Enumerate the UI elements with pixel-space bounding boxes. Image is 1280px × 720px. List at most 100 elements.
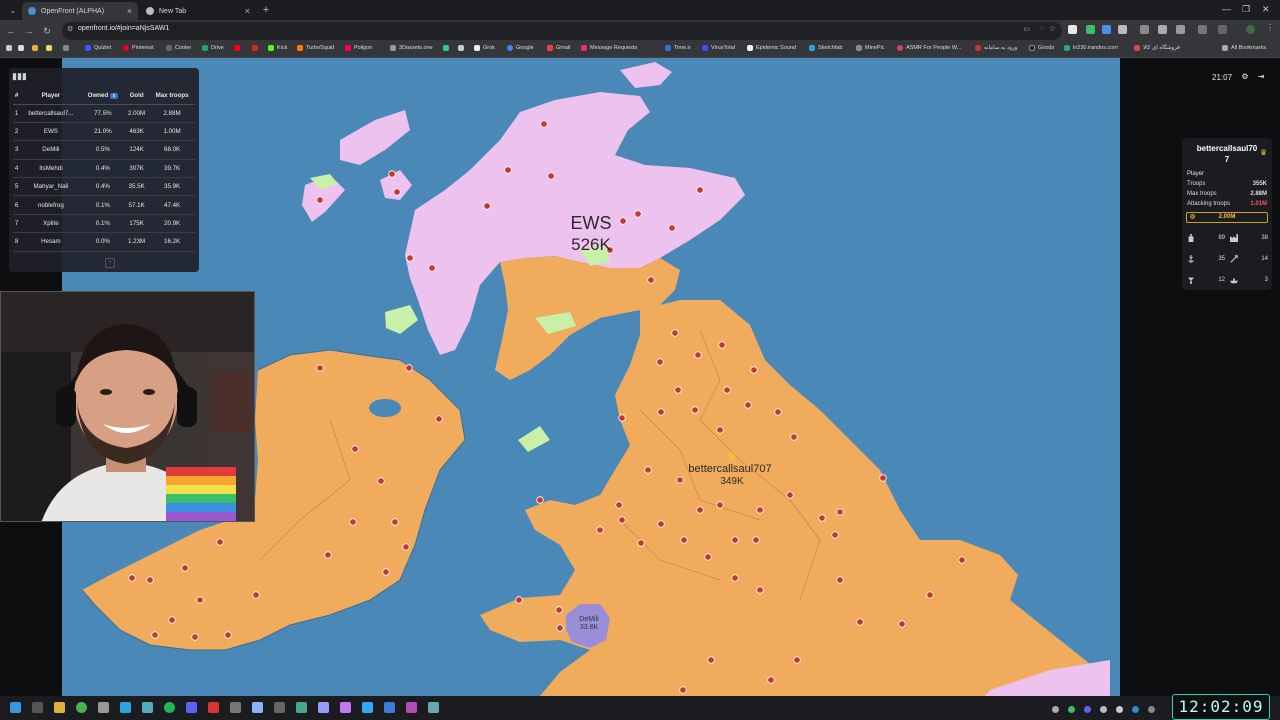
bookmark-gmail[interactable]: Gmail (547, 45, 570, 51)
leaderboard-row[interactable]: 2 EWS 21.0% 463K 1.00M (13, 122, 195, 142)
header-gold[interactable]: Gold (124, 88, 150, 105)
taskbar-app-icon[interactable] (296, 702, 307, 713)
bookmark-youtube[interactable] (234, 45, 243, 51)
bookmark-pinterest[interactable]: Pinterest (123, 45, 154, 51)
extension-icon[interactable] (1068, 25, 1077, 34)
bookmark-icon-only[interactable] (32, 45, 41, 51)
sidebar-icon[interactable] (1218, 25, 1227, 34)
search-icon[interactable] (32, 702, 43, 713)
extension-icon[interactable] (1118, 25, 1127, 34)
tray-icon[interactable] (1084, 706, 1091, 713)
leaderboard-row[interactable]: 8 Hesam 0.0% 1.23M 16.2K (13, 232, 195, 252)
all-bookmarks[interactable]: All Bookmarks (1222, 45, 1266, 51)
bookmark-red[interactable] (252, 45, 261, 51)
spotify-icon[interactable] (164, 702, 175, 713)
header-player[interactable]: Player (20, 88, 82, 105)
puzzle-icon[interactable] (1176, 25, 1185, 34)
taskbar-app-icon[interactable] (428, 702, 439, 713)
bookmark-quizlet[interactable]: Quizlet (85, 45, 111, 51)
bookmark-time-ir[interactable]: Time.ir (665, 45, 691, 51)
extension-icon[interactable] (1158, 25, 1167, 34)
forward-icon[interactable]: → (22, 24, 36, 38)
telegram-icon[interactable] (120, 702, 131, 713)
back-icon[interactable]: ← (4, 24, 18, 38)
discord-icon[interactable] (186, 702, 197, 713)
taskbar-app-icon[interactable] (208, 702, 219, 713)
settings-gear-icon[interactable]: ⚙ (1240, 72, 1250, 82)
leaderboard-row[interactable]: 3 DeMili 0.5% 124K 68.0K (13, 140, 195, 160)
windows-start-icon[interactable] (10, 702, 21, 713)
download-icon[interactable] (1198, 25, 1207, 34)
bookmark-icon-only[interactable] (46, 45, 55, 51)
taskbar-app-icon[interactable] (406, 702, 417, 713)
file-explorer-icon[interactable] (54, 702, 65, 713)
bookmark-persian-2[interactable]: فروشگاه ای کالا (1134, 45, 1180, 51)
taskbar-app-icon[interactable] (230, 702, 241, 713)
bookmark-irandns[interactable]: ln230.irandns.com (1064, 45, 1118, 51)
taskbar-app-icon[interactable] (142, 702, 153, 713)
menu-dots-icon[interactable]: ⋮ (1266, 23, 1275, 32)
close-icon[interactable]: × (127, 6, 132, 16)
bookmark-kick[interactable]: Kick (268, 45, 287, 51)
photoshop-icon[interactable] (362, 702, 373, 713)
extension-icon[interactable] (1102, 25, 1111, 34)
new-tab-button[interactable]: + (259, 3, 273, 17)
tray-icon[interactable] (1100, 706, 1107, 713)
taskbar-app-icon[interactable] (252, 702, 263, 713)
premiere-icon[interactable] (340, 702, 351, 713)
bookmark-icon-only[interactable] (6, 45, 15, 51)
tray-icon[interactable] (1052, 706, 1059, 713)
exit-icon[interactable]: ⇥ (1256, 72, 1266, 82)
leaderboard-toggle-icon[interactable]: ▮▮▮ (12, 71, 27, 82)
maximize-icon[interactable]: ❐ (1242, 4, 1250, 15)
site-info-icon[interactable]: ⚙ (67, 25, 73, 33)
after-effects-icon[interactable] (318, 702, 329, 713)
taskbar-app-icon[interactable] (384, 702, 395, 713)
bookmark-icon-only[interactable] (18, 45, 27, 51)
tray-icon[interactable] (1132, 706, 1139, 713)
reload-icon[interactable]: ↻ (40, 24, 54, 38)
address-bar[interactable]: ⚙ openfront.io/#join=aNjsSAW1 ▭ ◌ ☆ (62, 22, 1062, 40)
header-max-troops[interactable]: Max troops (149, 88, 195, 105)
tab-new-tab[interactable]: New Tab × (140, 2, 256, 20)
taskbar-app-icon[interactable] (98, 702, 109, 713)
header-owned[interactable]: Owned ⇩ (81, 88, 125, 105)
leaderboard-row[interactable]: 1 bettercallsaul7... 77.5% 2.00M 2.88M (13, 104, 195, 123)
profile-avatar[interactable] (1246, 25, 1255, 34)
leaderboard-collapse-button[interactable]: - (105, 258, 115, 268)
bookmark-icon-only[interactable] (443, 45, 452, 51)
tray-icon[interactable] (1068, 706, 1075, 713)
bookmark-grok[interactable]: Grok (474, 45, 495, 51)
bookmark-icon-only[interactable] (458, 45, 467, 51)
bookmark-asmr[interactable]: ASMR For People W... (897, 45, 961, 51)
bookmark-persian-1[interactable]: ورود به سامانه (975, 45, 1017, 51)
leaderboard-row[interactable]: 5 Mahyar_Nali 0.4% 35.5K 35.9K (13, 177, 195, 197)
bookmark-turbosquid[interactable]: TurboSquid (297, 45, 334, 51)
close-window-icon[interactable]: ✕ (1262, 4, 1270, 15)
bookmark-message-requests[interactable]: Message Requests (581, 45, 637, 51)
tray-icon[interactable] (1116, 706, 1123, 713)
bookmark-poligon[interactable]: Poligon (345, 45, 372, 51)
tab-search-button[interactable]: ⌄ (4, 2, 16, 20)
bookmark-cooler[interactable]: Cooler (166, 45, 191, 51)
bookmark-goods[interactable]: Goods (1029, 45, 1054, 51)
tab-openfront[interactable]: OpenFront (ALPHA) × (22, 2, 138, 20)
extension-icon[interactable] (1140, 25, 1149, 34)
cast-icon[interactable]: ▭ (1023, 25, 1030, 33)
apps-icon[interactable] (63, 45, 72, 51)
chrome-icon[interactable] (76, 702, 87, 713)
hide-icon[interactable]: ◌ (1040, 25, 1044, 32)
bookmark-sketchfab[interactable]: Sketchfab (809, 45, 842, 51)
extension-icon[interactable] (1086, 25, 1095, 34)
bookmark-google[interactable]: Google (507, 45, 534, 51)
bookmark-3dassets[interactable]: 3Dassets.one (390, 45, 433, 51)
minimize-icon[interactable]: — (1222, 4, 1231, 14)
leaderboard-row[interactable]: 7 Xplite 0.1% 175K 20.9K (13, 214, 195, 234)
bookmark-minepic[interactable]: MinePic (856, 45, 885, 51)
close-icon[interactable]: × (245, 6, 250, 16)
taskbar-app-icon[interactable] (274, 702, 285, 713)
leaderboard-row[interactable]: 4 ItsMehdi 0.4% 307K 39.7K (13, 159, 195, 179)
bookmark-drive[interactable]: Drive (202, 45, 224, 51)
leaderboard-row[interactable]: 6 noblefrog 0.1% 57.1K 47.4K (13, 195, 195, 215)
bookmark-epidemic-sound[interactable]: Epidemic Sound (747, 45, 796, 51)
